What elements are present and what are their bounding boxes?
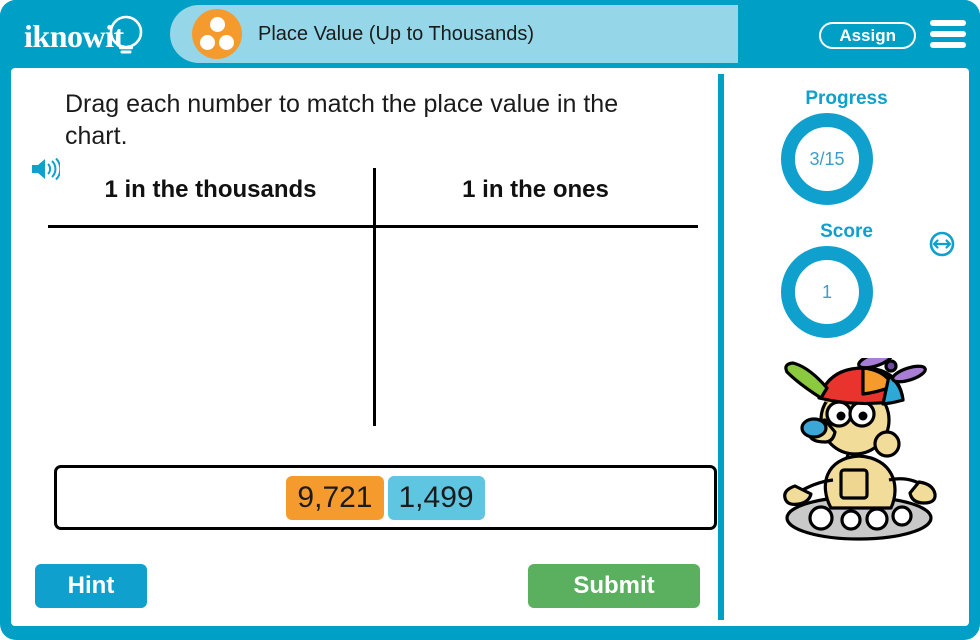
chart-column-header-ones: 1 in the ones	[462, 176, 609, 203]
app-frame: iknowit Place Value (Up to Thousands) As…	[0, 0, 980, 640]
hint-button[interactable]: Hint	[35, 564, 147, 608]
score-value: 1	[821, 281, 832, 302]
horizontal-resize-icon[interactable]	[929, 231, 955, 257]
activity-stage: Drag each number to match the place valu…	[11, 68, 969, 626]
activity-title-bar: Place Value (Up to Thousands)	[170, 5, 738, 63]
place-value-chart: 1 in the thousands 1 in the ones	[48, 168, 698, 428]
app-header: iknowit Place Value (Up to Thousands) As…	[0, 0, 980, 68]
three-dots-icon	[192, 9, 242, 59]
lightbulb-icon	[109, 15, 143, 54]
assign-button[interactable]: Assign	[819, 22, 916, 49]
status-sidebar: Progress 3/15 Score 1	[724, 68, 969, 626]
number-tile[interactable]: 1,499	[387, 475, 485, 520]
progress-meter: 3/15	[781, 113, 873, 205]
drop-zone-ones[interactable]	[376, 228, 698, 424]
submit-button[interactable]: Submit	[528, 564, 700, 608]
progress-label: Progress	[805, 88, 888, 109]
question-text: Drag each number to match the place valu…	[65, 90, 619, 150]
number-tile-tray[interactable]: 9,721 1,499	[54, 465, 717, 530]
score-meter: 1	[781, 246, 873, 338]
iknowit-logo[interactable]: iknowit	[24, 13, 164, 57]
hamburger-menu-icon[interactable]	[930, 20, 966, 48]
activity-title: Place Value (Up to Thousands)	[258, 22, 535, 45]
progress-value: 3/15	[809, 148, 845, 169]
chart-column-header-thousands: 1 in the thousands	[104, 176, 317, 203]
number-tile[interactable]: 9,721	[286, 475, 384, 520]
robot-mascot-icon	[783, 358, 937, 541]
drop-zone-thousands[interactable]	[48, 228, 370, 424]
